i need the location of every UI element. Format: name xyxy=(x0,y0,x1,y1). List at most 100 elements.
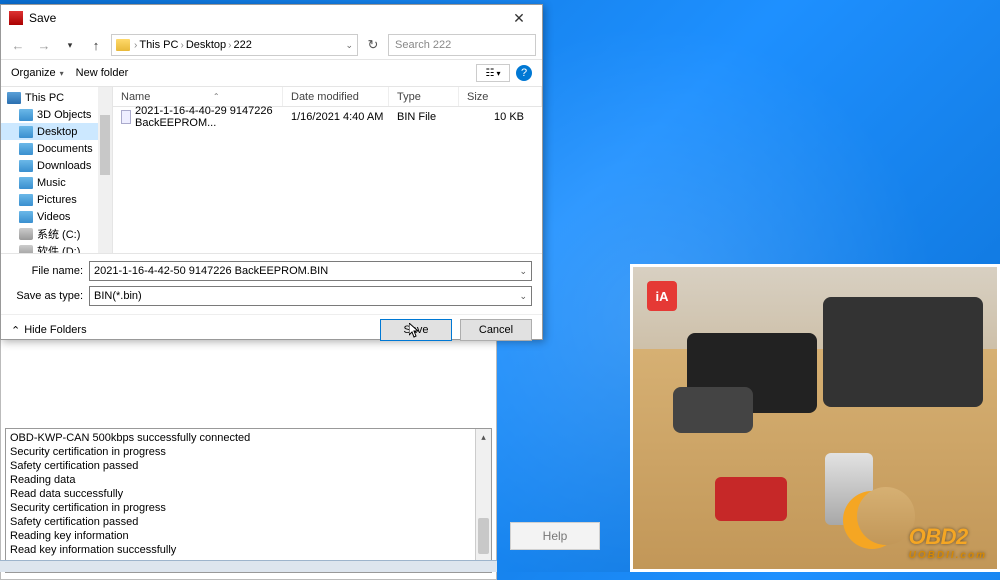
folder-icon xyxy=(19,126,33,138)
log-line: Read data successfully xyxy=(10,487,487,501)
tree-scrollbar[interactable] xyxy=(98,87,112,253)
filename-label: File name: xyxy=(11,265,89,277)
tree-item-drive-c[interactable]: 系统 (C:) xyxy=(1,225,112,242)
taskbar[interactable] xyxy=(0,560,497,572)
recent-caret-icon[interactable]: ▾ xyxy=(59,34,81,56)
drive-icon xyxy=(19,228,33,240)
file-row[interactable]: 2021-1-16-4-40-29 9147226 BackEEPROM... … xyxy=(113,107,542,127)
search-placeholder: Search 222 xyxy=(395,39,451,51)
logo-sub: UOBDII.com xyxy=(909,550,987,561)
col-name[interactable]: Name⌃ xyxy=(113,87,283,106)
tree-label: This PC xyxy=(25,92,64,104)
log-line: Reading data xyxy=(10,473,487,487)
folder-icon xyxy=(19,211,33,223)
log-line: Security certification in progress xyxy=(10,501,487,515)
organize-menu[interactable]: Organize ▾ xyxy=(11,67,64,79)
folder-icon xyxy=(19,109,33,121)
col-size[interactable]: Size xyxy=(459,87,542,106)
tree-item-pictures[interactable]: Pictures xyxy=(1,191,112,208)
scroll-thumb[interactable] xyxy=(478,518,489,554)
folder-icon xyxy=(19,177,33,189)
close-button[interactable]: ✕ xyxy=(498,7,540,29)
webcam-object-red xyxy=(715,477,787,521)
drive-icon xyxy=(19,245,33,254)
nav-tree[interactable]: This PC 3D Objects Desktop Documents Dow… xyxy=(1,87,113,253)
tree-label: Documents xyxy=(37,143,93,155)
file-list[interactable]: Name⌃ Date modified Type Size 2021-1-16-… xyxy=(113,87,542,253)
help-icon[interactable]: ? xyxy=(516,65,532,81)
dropdown-icon[interactable]: ⌄ xyxy=(519,291,527,302)
tree-item-downloads[interactable]: Downloads xyxy=(1,157,112,174)
breadcrumb[interactable]: Desktop xyxy=(186,39,226,51)
save-button[interactable]: Save xyxy=(380,319,452,341)
column-headers[interactable]: Name⌃ Date modified Type Size xyxy=(113,87,542,107)
up-button[interactable]: ↑ xyxy=(85,34,107,56)
log-line: OBD-KWP-CAN 500kbps successfully connect… xyxy=(10,431,487,445)
file-date: 1/16/2021 4:40 AM xyxy=(283,111,389,123)
filename-input[interactable]: 2021-1-16-4-42-50 9147226 BackEEPROM.BIN… xyxy=(89,261,532,281)
filename-value: 2021-1-16-4-42-50 9147226 BackEEPROM.BIN xyxy=(94,265,328,277)
tree-item-documents[interactable]: Documents xyxy=(1,140,112,157)
path-box[interactable]: › This PC › Desktop › 222 ⌄ xyxy=(111,34,358,56)
hide-folders-toggle[interactable]: ⌃ Hide Folders xyxy=(11,324,87,337)
log-panel: OBD-KWP-CAN 500kbps successfully connect… xyxy=(5,428,492,573)
file-icon xyxy=(121,110,131,124)
logo-main: OBD2 xyxy=(909,524,968,549)
search-input[interactable]: Search 222 xyxy=(388,34,536,56)
breadcrumb[interactable]: 222 xyxy=(234,39,252,51)
cancel-button[interactable]: Cancel xyxy=(460,319,532,341)
refresh-button[interactable]: ↻ xyxy=(362,34,384,56)
chevron-up-icon: ⌃ xyxy=(11,324,20,337)
col-type[interactable]: Type xyxy=(389,87,459,106)
breadcrumb[interactable]: This PC xyxy=(139,39,178,51)
log-line: Safety certification passed xyxy=(10,459,487,473)
path-dropdown-icon[interactable]: ⌄ xyxy=(345,40,353,51)
tree-label: 软件 (D:) xyxy=(37,243,80,254)
dialog-title: Save xyxy=(29,11,56,25)
titlebar[interactable]: Save ✕ xyxy=(1,5,542,31)
webcam-object xyxy=(673,387,753,433)
view-icon: ☷ xyxy=(486,68,495,79)
watermark-logo: OBD2 UOBDII.com xyxy=(909,524,987,561)
log-line: Safety certification passed xyxy=(10,515,487,529)
tree-item-this-pc[interactable]: This PC xyxy=(1,89,112,106)
toolbar: Organize ▾ New folder ☷ ▾ ? xyxy=(1,59,542,87)
folder-icon xyxy=(19,160,33,172)
tree-label: Videos xyxy=(37,211,70,223)
chevron-right-icon: › xyxy=(134,40,137,51)
dialog-actions: ⌃ Hide Folders Save Cancel xyxy=(1,314,542,347)
chevron-right-icon: › xyxy=(228,40,231,51)
tree-item-3d-objects[interactable]: 3D Objects xyxy=(1,106,112,123)
background-app-window: OBD-KWP-CAN 500kbps successfully connect… xyxy=(0,335,497,580)
scroll-up-icon[interactable]: ▴ xyxy=(476,429,491,445)
tree-item-videos[interactable]: Videos xyxy=(1,208,112,225)
file-size: 10 KB xyxy=(459,111,542,123)
folder-icon xyxy=(116,39,130,51)
caret-down-icon: ▾ xyxy=(60,69,64,78)
log-line: Security certification in progress xyxy=(10,445,487,459)
webcam-overlay: iA OBD2 UOBDII.com xyxy=(630,264,1000,572)
scroll-thumb[interactable] xyxy=(100,115,110,175)
folder-icon xyxy=(19,194,33,206)
save-dialog: Save ✕ ← → ▾ ↑ › This PC › Desktop › 222… xyxy=(0,4,543,340)
new-folder-button[interactable]: New folder xyxy=(76,67,129,79)
back-button[interactable]: ← xyxy=(7,34,29,56)
col-date[interactable]: Date modified xyxy=(283,87,389,106)
log-scrollbar[interactable]: ▴ ▾ xyxy=(475,429,491,572)
caret-down-icon: ▾ xyxy=(496,69,500,78)
tree-item-desktop[interactable]: Desktop xyxy=(1,123,112,140)
savetype-select[interactable]: BIN(*.bin) ⌄ xyxy=(89,286,532,306)
help-button[interactable]: Help xyxy=(510,522,600,550)
tree-label: Desktop xyxy=(37,126,77,138)
forward-button[interactable]: → xyxy=(33,34,55,56)
dropdown-icon[interactable]: ⌄ xyxy=(519,266,527,277)
log-line: Reading key information xyxy=(10,529,487,543)
hide-folders-label: Hide Folders xyxy=(24,324,86,336)
tree-label: Pictures xyxy=(37,194,77,206)
app-icon xyxy=(9,11,23,25)
tree-item-music[interactable]: Music xyxy=(1,174,112,191)
savetype-label: Save as type: xyxy=(11,290,89,302)
webcam-object xyxy=(823,297,983,407)
tree-item-drive-d[interactable]: 软件 (D:) xyxy=(1,242,112,253)
view-options-button[interactable]: ☷ ▾ xyxy=(476,64,510,82)
